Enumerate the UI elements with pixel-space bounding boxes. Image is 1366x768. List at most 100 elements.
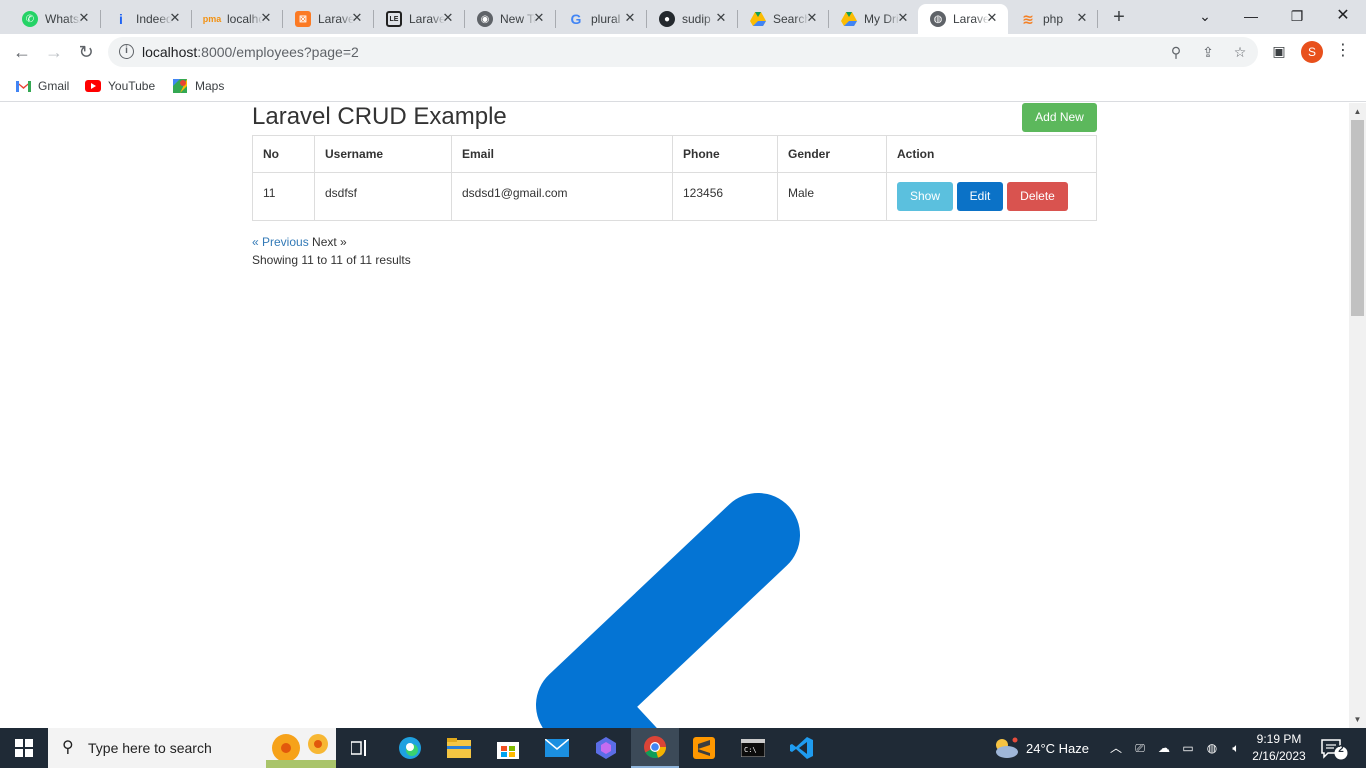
mail-icon (545, 739, 569, 757)
bookmark-youtube[interactable]: YouTube (85, 76, 155, 96)
clock-time: 9:19 PM (1256, 732, 1302, 746)
laravel-icon: LE (386, 11, 402, 27)
store-icon (497, 742, 519, 759)
menu-kebab-icon[interactable]: ⋮ (1334, 42, 1352, 60)
checkmark-overlay-icon (536, 493, 800, 728)
tab-laravel[interactable]: LE Laravel ✕ (374, 4, 464, 34)
folder-icon (447, 738, 471, 758)
tab-new-tab[interactable]: ◉ New Tab ✕ (465, 4, 555, 34)
close-icon[interactable]: ✕ (804, 10, 820, 26)
page-scrollbar[interactable]: ▲ ▼ (1349, 103, 1366, 728)
tab-drive-search[interactable]: Search ✕ (738, 4, 828, 34)
taskbar-vscode[interactable] (778, 728, 826, 768)
weather-text: 24°C Haze (1026, 740, 1090, 756)
battery-icon[interactable]: ▭ (1180, 728, 1196, 768)
close-icon[interactable]: ✕ (622, 10, 638, 26)
volume-icon[interactable]: 🔈︎ (1228, 728, 1244, 768)
tab-strip: ✆ WhatsApp ✕ i Indeed ✕ pma localhost ✕ … (0, 0, 1366, 34)
close-icon[interactable]: ✕ (349, 10, 365, 26)
tab-google[interactable]: G plural ✕ (556, 4, 646, 34)
weather-widget[interactable]: 24°C Haze (992, 728, 1089, 768)
address-bar[interactable]: i localhost:8000/employees?page=2 ⚲ ⇪ ☆ (108, 37, 1258, 67)
taskbar-mail[interactable] (533, 728, 581, 768)
close-icon[interactable]: ✕ (167, 10, 183, 26)
cloudy-night-icon (996, 737, 1018, 758)
taskbar-search[interactable]: ⚲ Type here to search (48, 728, 336, 768)
close-icon[interactable]: ✕ (984, 10, 1000, 26)
drive-icon (750, 11, 766, 27)
taskbar-edge[interactable] (386, 728, 434, 768)
task-view-icon (351, 740, 366, 756)
taskbar-terminal[interactable]: C:\ (729, 728, 777, 768)
tab-separator (1097, 10, 1098, 28)
bookmark-label: Gmail (38, 79, 70, 93)
bookmark-label: Maps (195, 79, 225, 93)
zoom-icon[interactable]: ⚲ (1168, 44, 1184, 60)
tab-github[interactable]: ● sudip ✕ (647, 4, 737, 34)
notification-center-button[interactable]: 2 (1320, 738, 1348, 760)
bookmarks-bar: Gmail YouTube Maps (0, 70, 1366, 102)
close-icon[interactable]: ✕ (1074, 10, 1090, 26)
phpmyadmin-icon: pma (202, 14, 222, 24)
vscode-icon (790, 737, 813, 759)
scroll-up-icon[interactable]: ▲ (1349, 103, 1366, 120)
close-icon[interactable]: ✕ (76, 10, 92, 26)
bookmark-maps[interactable]: Maps (172, 76, 224, 96)
taskbar-file-explorer[interactable] (435, 728, 483, 768)
tab-my-drive[interactable]: My Drive ✕ (829, 4, 919, 34)
tab-indeed[interactable]: i Indeed ✕ (101, 4, 191, 34)
forward-arrow-icon[interactable]: → (40, 38, 68, 66)
windows-taskbar: ⚲ Type here to search C:\ 24°C Haze ︿ ⎚ … (0, 728, 1366, 768)
back-arrow-icon[interactable]: ← (8, 38, 36, 66)
tab-search-icon[interactable]: ⌄ (1182, 0, 1228, 32)
task-view-button[interactable] (336, 728, 384, 768)
restore-icon[interactable]: ❐ (1274, 0, 1320, 32)
site-info-icon[interactable]: i (119, 44, 134, 59)
new-tab-button[interactable]: + (1108, 6, 1130, 28)
bookmark-label: YouTube (108, 79, 156, 93)
scroll-down-icon[interactable]: ▼ (1349, 711, 1366, 728)
bookmark-star-icon[interactable]: ☆ (1232, 44, 1248, 60)
tray-chevron-up-icon[interactable]: ︿ (1108, 728, 1124, 768)
network-globe-icon[interactable]: ◍ (1204, 728, 1220, 768)
tab-phpmyadmin[interactable]: pma localhost ✕ (192, 4, 282, 34)
side-panel-icon[interactable]: ▣ (1270, 42, 1288, 60)
scroll-thumb[interactable] (1351, 120, 1364, 316)
tab-xampp[interactable]: ⊠ Laravel ✕ (283, 4, 373, 34)
close-icon[interactable]: ✕ (713, 10, 729, 26)
clock-date: 2/16/2023 (1252, 749, 1306, 763)
youtube-icon (85, 78, 101, 94)
url-host: localhost (142, 44, 198, 60)
windows-logo-icon (15, 739, 33, 757)
minimize-icon[interactable]: — (1228, 0, 1274, 32)
reload-icon[interactable]: ↻ (72, 38, 100, 66)
close-icon[interactable]: ✕ (440, 10, 456, 26)
start-button[interactable] (0, 728, 48, 768)
profile-avatar[interactable]: S (1301, 41, 1323, 63)
taskbar-sublime[interactable] (680, 728, 728, 768)
url-text[interactable]: localhost:8000/employees?page=2 (142, 44, 359, 60)
tab-laravel-active[interactable]: ◍ Laravel ✕ (918, 4, 1008, 34)
taskbar-clock[interactable]: 9:19 PM 2/16/2023 (1248, 731, 1310, 765)
github-icon: ● (659, 11, 675, 27)
gmail-icon (15, 78, 31, 94)
stackoverflow-icon: ≋ (1022, 10, 1034, 27)
meet-now-icon[interactable]: ⎚ (1132, 728, 1148, 768)
taskbar-store[interactable] (484, 728, 532, 768)
tab-whatsapp[interactable]: ✆ WhatsApp ✕ (10, 4, 100, 34)
search-icon: ⚲ (62, 739, 74, 756)
browser-toolbar: ← → ↻ i localhost:8000/employees?page=2 … (0, 34, 1366, 70)
close-icon[interactable]: ✕ (531, 10, 547, 26)
close-icon[interactable]: ✕ (258, 10, 274, 26)
taskbar-copilot[interactable] (582, 728, 630, 768)
globe-icon: ◍ (930, 11, 946, 27)
maps-icon (172, 78, 188, 94)
tab-stackoverflow[interactable]: ≋ php ✕ (1008, 4, 1098, 34)
close-icon[interactable]: ✕ (895, 10, 911, 26)
bookmark-gmail[interactable]: Gmail (15, 76, 69, 96)
indeed-icon: i (119, 11, 123, 27)
close-window-icon[interactable]: ✕ (1320, 0, 1366, 32)
onedrive-cloud-icon[interactable]: ☁ (1156, 728, 1172, 768)
taskbar-chrome[interactable] (631, 728, 679, 768)
share-icon[interactable]: ⇪ (1200, 44, 1216, 60)
